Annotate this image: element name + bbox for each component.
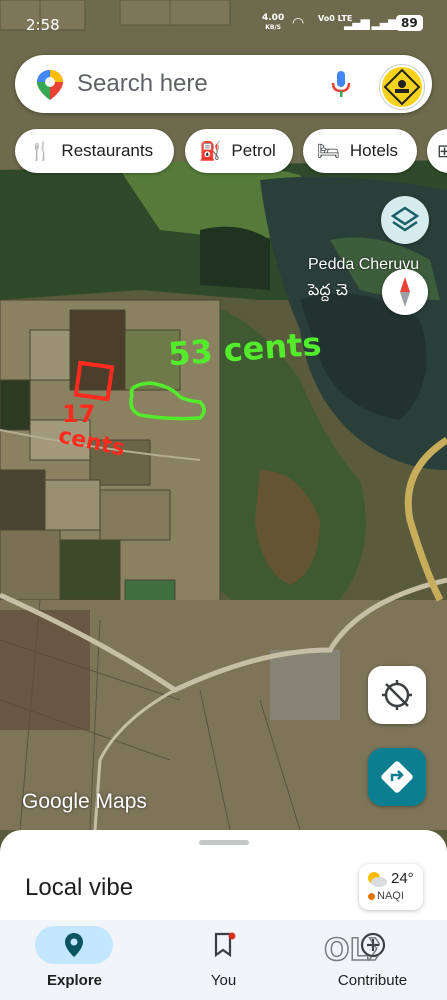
chip-label: Hotels [349,141,399,160]
bottom-sheet[interactable]: Local vibe 24° NAQI [0,830,447,926]
drag-handle[interactable] [199,840,249,845]
battery-indicator: 89 [396,15,423,31]
directions-icon [381,761,413,793]
sheet-title: Local vibe [25,874,134,901]
temperature: 24° [391,870,414,887]
fuel-pump-icon: ⛽ [199,140,222,161]
lake-label-local: పెద్ద చె [308,280,348,299]
microphone-icon[interactable] [331,70,351,98]
network-speed: 4.00 KB/S [262,14,284,32]
clock: 2:58 [26,16,60,34]
location-pin-icon [65,933,83,957]
chip-label: Petrol [231,141,276,160]
search-bar[interactable]: Search here [15,55,432,113]
net-speed-value: 4.00 [262,13,285,23]
maps-pin-icon [37,70,63,100]
search-input[interactable]: Search here [77,70,208,98]
chip-restaurants[interactable]: 🍴 Restaurants [15,129,174,173]
bed-icon: 🛏 [317,140,340,161]
chip-petrol[interactable]: ⛽ Petrol [185,129,293,173]
nav-label: Contribute [337,972,408,989]
nav-explore[interactable]: Explore [0,920,149,1000]
weather-chip[interactable]: 24° NAQI [359,864,423,910]
profile-avatar-icon[interactable] [380,65,424,109]
signal-icon: ▂▄▆ ▂▄▆ [344,16,397,30]
status-bar: 2:58 4.00 KB/S ◠ Vo0 LTE ▂▄▆ ▂▄▆ 89 [0,0,447,50]
nav-label: You [210,972,237,989]
aqi-dot-icon [368,893,375,900]
olx-logo-text: OLX [324,933,380,968]
category-chips: 🍴 Restaurants ⛽ Petrol 🛏 Hotels ⊞ [15,129,447,173]
olx-watermark: OLX [323,932,380,968]
compass-icon [400,277,410,307]
bookmark-icon [214,932,236,958]
chip-more[interactable]: ⊞ [427,129,447,173]
nav-label: Explore [46,972,103,989]
compass-button[interactable] [382,269,428,315]
partly-cloudy-icon [368,872,387,887]
more-chip-icon: ⊞ [437,140,447,161]
air-quality: NAQI [377,890,404,902]
wifi-icon: ◠ [292,15,305,31]
layers-button[interactable] [381,196,429,244]
google-maps-attribution: Google Maps [22,790,147,813]
chip-hotels[interactable]: 🛏 Hotels [303,129,417,173]
net-speed-unit: KB/S [265,24,281,31]
recenter-button[interactable] [368,666,426,724]
layers-icon [390,206,420,232]
location-off-icon [382,680,412,710]
nav-you[interactable]: You [149,920,298,1000]
directions-button[interactable] [368,748,426,806]
fork-knife-icon: 🍴 [29,140,52,161]
chip-label: Restaurants [61,141,154,160]
